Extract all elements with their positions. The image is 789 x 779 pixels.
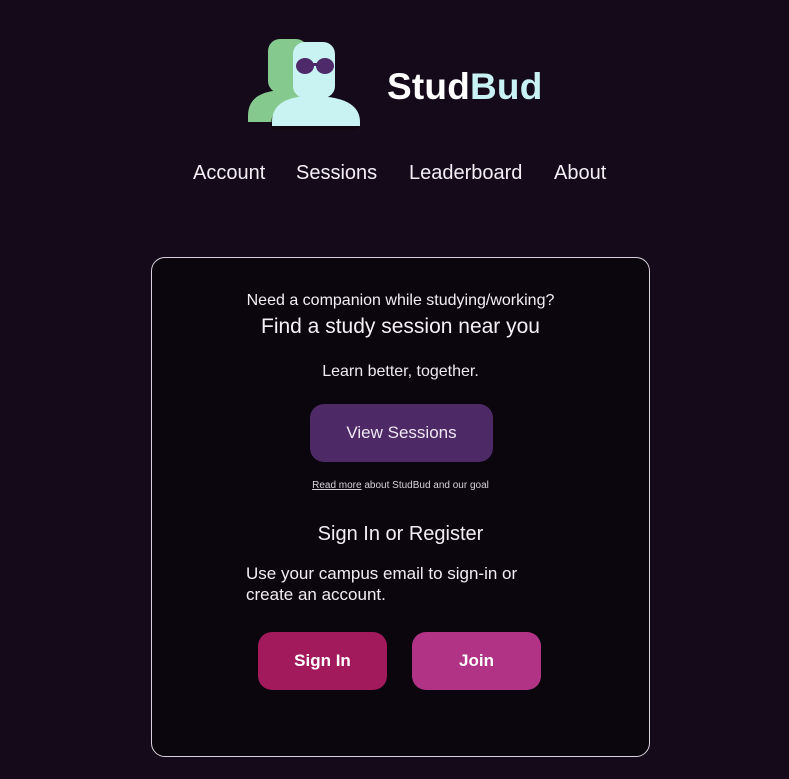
find-session-heading: Find a study session near you: [261, 315, 540, 338]
campus-email-text: Use your campus email to sign-in or crea…: [246, 564, 518, 604]
sign-in-button[interactable]: Sign In: [258, 632, 387, 690]
nav-item-account[interactable]: Account: [193, 162, 265, 185]
read-more-line: Read more about StudBud and our goal: [152, 480, 649, 491]
logo-icon[interactable]: [246, 38, 364, 130]
nav-item-leaderboard[interactable]: Leaderboard: [409, 162, 522, 185]
brand-name-part2: Bud: [470, 66, 543, 107]
brand-name[interactable]: StudBud: [387, 66, 543, 108]
read-more-text: about StudBud and our goal: [361, 480, 489, 491]
signin-register-heading: Sign In or Register: [317, 523, 484, 545]
companion-text: Need a companion while studying/working?: [246, 292, 555, 309]
tagline: Learn better, together.: [322, 363, 479, 380]
join-button[interactable]: Join: [412, 632, 541, 690]
brand-name-part1: Stud: [387, 66, 471, 107]
main-card: Need a companion while studying/working?…: [151, 257, 650, 757]
main-nav: Account Sessions Leaderboard About: [0, 162, 789, 188]
header: StudBud: [0, 36, 789, 136]
nav-item-sessions[interactable]: Sessions: [296, 162, 377, 185]
read-more-link[interactable]: Read more: [312, 480, 361, 491]
view-sessions-button[interactable]: View Sessions: [310, 404, 493, 462]
nav-item-about[interactable]: About: [554, 162, 606, 185]
